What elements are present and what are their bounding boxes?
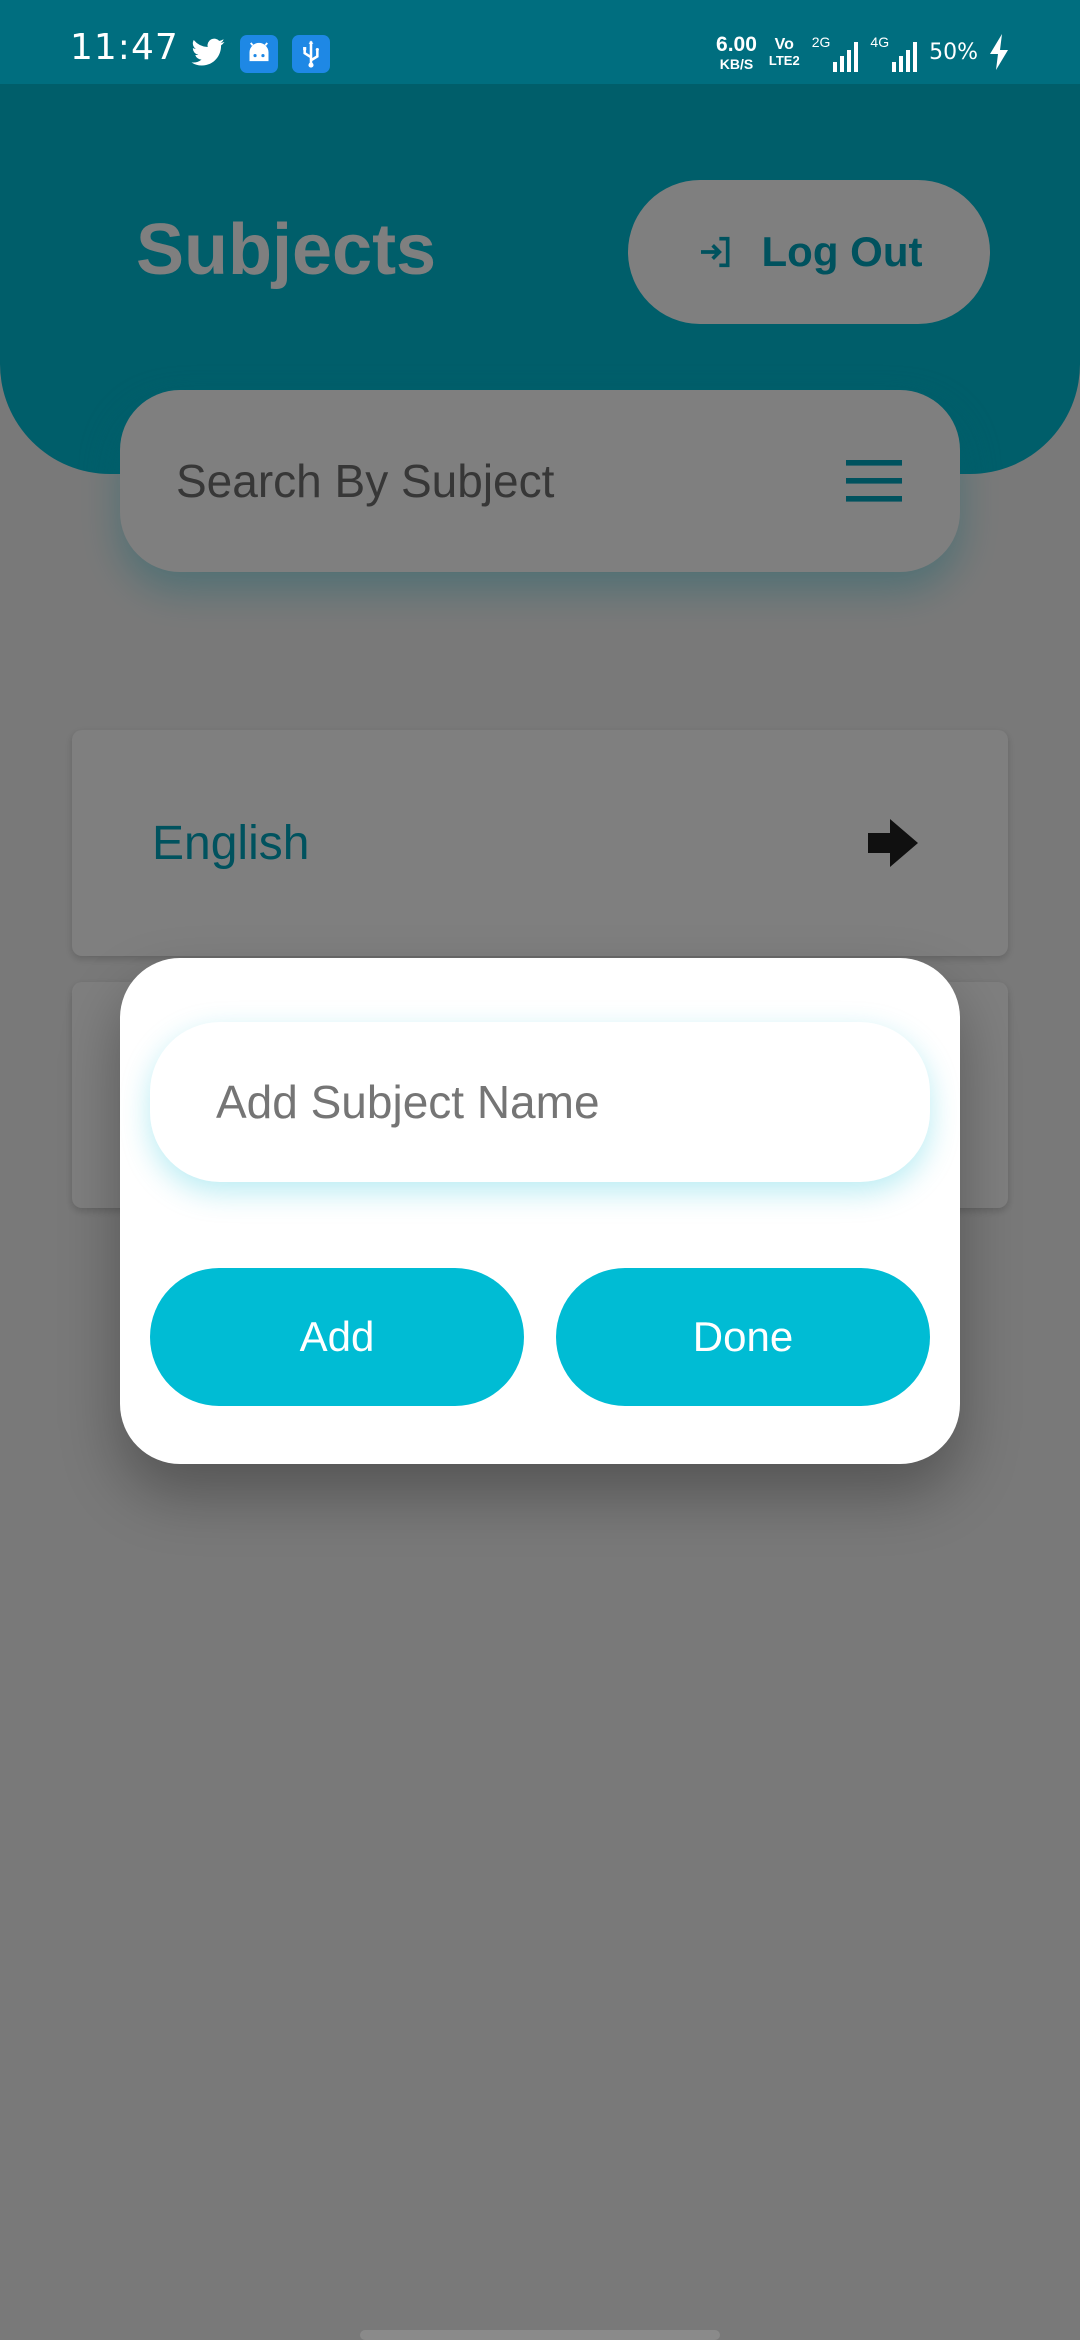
add-button[interactable]: Add [150, 1268, 524, 1406]
status-indicators: 6.00 KB/S Vo LTE2 2G 4G 50% [716, 30, 1010, 74]
home-indicator[interactable] [360, 2330, 720, 2340]
network-type-2: 4G [870, 34, 890, 50]
signal-icon-secondary: 4G [870, 32, 918, 72]
volte-indicator: Vo LTE2 [768, 36, 800, 68]
subject-name-field [150, 1022, 930, 1182]
signal-icon: 2G [812, 32, 859, 72]
status-bar: 11:47 6.00 KB/S Vo LTE2 2G 4G 50% [0, 0, 1080, 84]
volte-bottom: LTE2 [768, 53, 800, 68]
volte-top: Vo [774, 36, 794, 53]
battery-level: 50% [929, 39, 978, 65]
android-icon [240, 35, 278, 73]
charging-icon [990, 34, 1008, 70]
network-speed-unit: KB/S [719, 55, 754, 72]
network-speed: 6.00 KB/S [716, 34, 757, 71]
subject-name-input[interactable] [216, 1022, 876, 1182]
status-time: 11:47 [70, 27, 179, 68]
add-subject-dialog: Add Done [120, 958, 960, 1464]
network-speed-value: 6.00 [716, 32, 757, 56]
usb-icon [292, 35, 330, 73]
twitter-icon [191, 38, 225, 66]
done-button[interactable]: Done [556, 1268, 930, 1406]
network-type-1: 2G [811, 34, 831, 50]
